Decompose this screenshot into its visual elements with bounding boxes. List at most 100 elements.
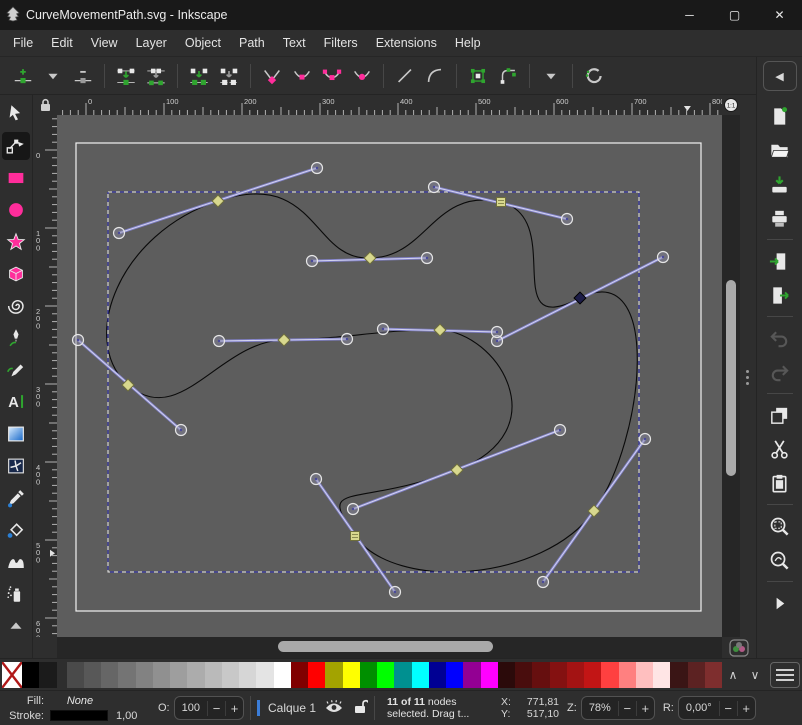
palette-swatch[interactable] bbox=[239, 662, 256, 688]
command-cut-button[interactable] bbox=[765, 434, 795, 464]
path-node[interactable] bbox=[364, 252, 376, 264]
palette-swatch[interactable] bbox=[274, 662, 291, 688]
toolbar-join-segment-button[interactable] bbox=[184, 61, 214, 91]
opacity-spinbox[interactable]: 100 − + bbox=[174, 696, 244, 720]
vertical-scrollbar-thumb[interactable] bbox=[726, 280, 736, 476]
menu-view[interactable]: View bbox=[82, 30, 127, 56]
toolbar-node-auto-button[interactable] bbox=[347, 61, 377, 91]
palette-swatch[interactable] bbox=[567, 662, 584, 688]
toolbox-scroll-more[interactable] bbox=[2, 612, 30, 640]
tool-spray[interactable] bbox=[2, 580, 30, 608]
palette-swatch[interactable] bbox=[550, 662, 567, 688]
menu-help[interactable]: Help bbox=[446, 30, 490, 56]
opacity-increase-button[interactable]: + bbox=[225, 701, 243, 716]
palette-swatch[interactable] bbox=[153, 662, 170, 688]
tool-ellipse[interactable] bbox=[2, 196, 30, 224]
palette-swatch[interactable] bbox=[256, 662, 273, 688]
toolbar-dropdown-button[interactable] bbox=[38, 61, 68, 91]
command-redo-button[interactable] bbox=[765, 357, 795, 387]
command-import-button[interactable] bbox=[765, 246, 795, 276]
toolbar-join-nodes-button[interactable] bbox=[111, 61, 141, 91]
tool-dropper[interactable] bbox=[2, 484, 30, 512]
palette-swatch[interactable] bbox=[343, 662, 360, 688]
palette-swatch[interactable] bbox=[101, 662, 118, 688]
rotation-value[interactable]: 0,00° bbox=[679, 702, 719, 714]
horizontal-scrollbar-thumb[interactable] bbox=[278, 641, 493, 652]
palette-swatch[interactable] bbox=[394, 662, 411, 688]
command-more-right-button[interactable] bbox=[765, 588, 795, 618]
palette-swatch[interactable] bbox=[584, 662, 601, 688]
palette-swatch[interactable] bbox=[705, 662, 722, 688]
current-layer-name[interactable]: Calque 1 bbox=[268, 701, 316, 715]
command-paste-button[interactable] bbox=[765, 468, 795, 498]
palette-swatch[interactable] bbox=[601, 662, 618, 688]
command-save-button[interactable] bbox=[765, 169, 795, 199]
stroke-width-value[interactable]: 1,00 bbox=[116, 710, 137, 722]
command-doc-open-button[interactable] bbox=[765, 135, 795, 165]
command-doc-new-button[interactable] bbox=[765, 101, 795, 131]
tool-box3d[interactable] bbox=[2, 260, 30, 288]
tool-node[interactable] bbox=[2, 132, 30, 160]
stroke-color-swatch[interactable] bbox=[50, 710, 108, 721]
lock-guides-icon[interactable] bbox=[33, 95, 57, 115]
panel-grip[interactable] bbox=[740, 115, 756, 637]
palette-swatch[interactable] bbox=[446, 662, 463, 688]
zoom-decrease-button[interactable]: − bbox=[618, 701, 636, 716]
horizontal-ruler[interactable]: 0100200300400500600700800 bbox=[57, 95, 722, 115]
menu-object[interactable]: Object bbox=[176, 30, 230, 56]
palette-swatch[interactable] bbox=[222, 662, 239, 688]
palette-swatch[interactable] bbox=[84, 662, 101, 688]
toolbar-delete-segment-button[interactable] bbox=[214, 61, 244, 91]
layer-lock-icon[interactable] bbox=[352, 699, 368, 717]
selected-path[interactable] bbox=[107, 194, 638, 572]
vertical-ruler[interactable]: 0100200300400500600 bbox=[33, 115, 57, 637]
toolbar-stroke-to-path-button[interactable] bbox=[493, 61, 523, 91]
path-node[interactable] bbox=[351, 532, 360, 541]
palette-swatch[interactable] bbox=[325, 662, 342, 688]
zoom-spinbox[interactable]: 78% − + bbox=[581, 696, 655, 720]
palette-swatch[interactable] bbox=[498, 662, 515, 688]
path-node[interactable] bbox=[278, 334, 290, 346]
menu-layer[interactable]: Layer bbox=[127, 30, 176, 56]
menu-text[interactable]: Text bbox=[274, 30, 315, 56]
menu-filters[interactable]: Filters bbox=[315, 30, 367, 56]
palette-swatch-none[interactable] bbox=[2, 662, 22, 688]
horizontal-scrollbar[interactable] bbox=[57, 637, 722, 658]
opacity-value[interactable]: 100 bbox=[175, 702, 207, 714]
tool-tweak[interactable] bbox=[2, 548, 30, 576]
palette-swatch[interactable] bbox=[412, 662, 429, 688]
palette-swatch[interactable] bbox=[636, 662, 653, 688]
command-export-button[interactable] bbox=[765, 280, 795, 310]
toolbar-node-corner-button[interactable] bbox=[257, 61, 287, 91]
palette-swatch[interactable] bbox=[481, 662, 498, 688]
palette-swatch[interactable] bbox=[170, 662, 187, 688]
menu-path[interactable]: Path bbox=[230, 30, 274, 56]
palette-swatch[interactable] bbox=[463, 662, 480, 688]
tool-pencil[interactable] bbox=[2, 356, 30, 384]
palette-menu-icon[interactable] bbox=[770, 662, 800, 688]
toolbar-break-nodes-button[interactable] bbox=[141, 61, 171, 91]
color-managed-display-icon[interactable] bbox=[722, 637, 756, 658]
rotation-increase-button[interactable]: + bbox=[737, 701, 755, 716]
path-node[interactable] bbox=[497, 198, 506, 207]
tool-selector[interactable] bbox=[2, 100, 30, 128]
menu-extensions[interactable]: Extensions bbox=[367, 30, 446, 56]
tool-bucket[interactable] bbox=[2, 516, 30, 544]
palette-swatch[interactable] bbox=[136, 662, 153, 688]
palette-swatch[interactable] bbox=[653, 662, 670, 688]
tool-text[interactable]: A bbox=[2, 388, 30, 416]
path-node[interactable] bbox=[434, 324, 446, 336]
command-undo-button[interactable] bbox=[765, 323, 795, 353]
canvas[interactable] bbox=[57, 115, 722, 637]
layer-visibility-icon[interactable] bbox=[324, 700, 344, 717]
toolbar-dropdown-button[interactable] bbox=[536, 61, 566, 91]
palette-scroll-up[interactable]: ∧ bbox=[722, 668, 744, 682]
vertical-scrollbar[interactable] bbox=[722, 115, 740, 637]
palette-swatch[interactable] bbox=[39, 662, 56, 688]
toolbar-show-handles-button[interactable] bbox=[579, 61, 609, 91]
collapse-panel-button[interactable]: ◀ bbox=[763, 61, 797, 91]
palette-swatch[interactable] bbox=[429, 662, 446, 688]
maximize-button[interactable]: ▢ bbox=[712, 0, 757, 30]
toolbar-segment-line-button[interactable] bbox=[390, 61, 420, 91]
palette-swatch[interactable] bbox=[308, 662, 325, 688]
